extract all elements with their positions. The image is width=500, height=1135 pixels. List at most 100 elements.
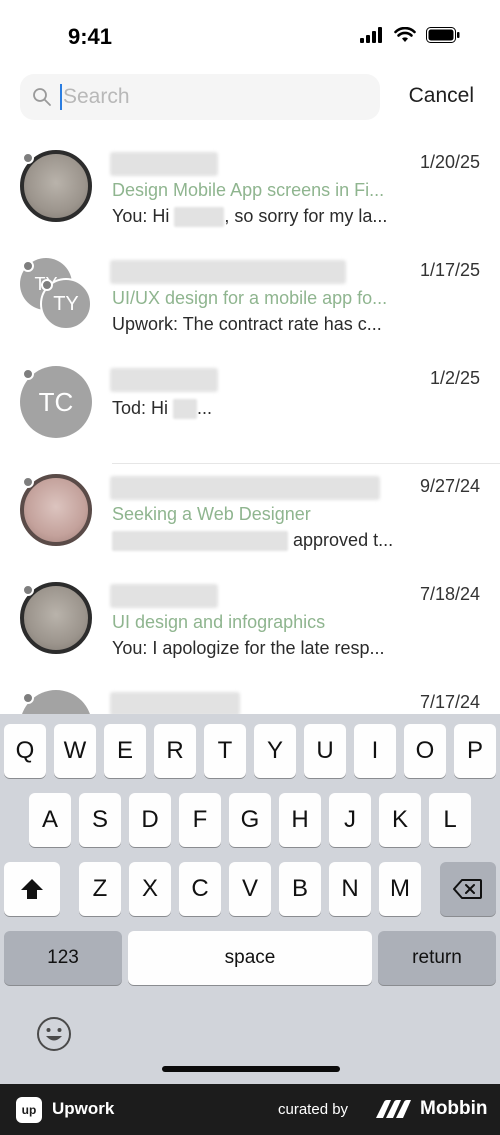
keyboard: Q W E R T Y U I O P A S D F G H J K L Z … — [0, 714, 500, 1084]
status-dot — [41, 279, 53, 291]
status-dot — [22, 692, 34, 704]
key-v[interactable]: V — [229, 862, 271, 916]
space-key[interactable]: space — [128, 931, 372, 985]
key-q[interactable]: Q — [4, 724, 46, 778]
key-u[interactable]: U — [304, 724, 346, 778]
key-a[interactable]: A — [29, 793, 71, 847]
footer-bar: up Upwork curated by Mobbin — [0, 1084, 500, 1135]
avatar — [20, 474, 92, 546]
message-suffix: , so sorry for my la... — [224, 206, 388, 226]
key-s[interactable]: S — [79, 793, 121, 847]
upwork-logo-icon: up — [16, 1097, 42, 1123]
numbers-key[interactable]: 123 — [4, 931, 122, 985]
key-k[interactable]: K — [379, 793, 421, 847]
contact-name-redacted — [110, 260, 346, 284]
conversation-item[interactable]: 7/17/24 — [0, 680, 500, 714]
key-x[interactable]: X — [129, 862, 171, 916]
key-g[interactable]: G — [229, 793, 271, 847]
search-icon — [33, 88, 51, 106]
key-y[interactable]: Y — [254, 724, 296, 778]
conversation-list: 1/20/25 Design Mobile App screens in Fi.… — [0, 140, 500, 714]
conversation-date: 1/17/25 — [419, 260, 480, 280]
conversation-item[interactable]: 1/20/25 Design Mobile App screens in Fi.… — [0, 140, 500, 248]
conversation-date: 9/27/24 — [419, 476, 480, 496]
contact-name-redacted — [110, 368, 218, 392]
status-dot — [22, 476, 34, 488]
contact-name-redacted — [110, 584, 218, 608]
contact-name-redacted — [110, 692, 240, 714]
conversation-date: 7/17/24 — [419, 692, 480, 712]
contact-name-redacted — [110, 476, 380, 500]
key-e[interactable]: E — [104, 724, 146, 778]
message-prefix: You: Hi — [112, 206, 170, 226]
status-dot — [22, 260, 34, 272]
message-suffix: ... — [197, 398, 213, 418]
avatar — [20, 150, 92, 222]
key-h[interactable]: H — [279, 793, 321, 847]
avatar: TC — [20, 366, 92, 438]
last-message: Upwork: The contract rate has c... — [112, 314, 382, 334]
status-time: 9:41 — [68, 24, 113, 49]
key-i[interactable]: I — [354, 724, 396, 778]
key-b[interactable]: B — [279, 862, 321, 916]
shift-key[interactable] — [4, 862, 60, 916]
status-dot — [22, 152, 34, 164]
conversation-date: 1/2/25 — [429, 368, 480, 388]
conversation-date: 7/18/24 — [419, 584, 480, 604]
conversation-item[interactable]: TY TY 1/17/25 UI/UX design for a mobile … — [0, 248, 500, 356]
key-w[interactable]: W — [54, 724, 96, 778]
key-p[interactable]: P — [454, 724, 496, 778]
redacted-text — [174, 207, 225, 228]
status-bar: 9:41 — [0, 0, 500, 72]
battery-icon — [426, 27, 460, 43]
conversation-date: 1/20/25 — [419, 152, 480, 172]
key-o[interactable]: O — [404, 724, 446, 778]
job-title: UI/UX design for a mobile app fo... — [112, 288, 388, 308]
cellular-signal-icon — [360, 27, 382, 43]
last-message: You: I apologize for the late resp... — [112, 638, 385, 658]
message-suffix: approved t... — [293, 530, 394, 550]
status-dot — [22, 368, 34, 380]
key-j[interactable]: J — [329, 793, 371, 847]
search-input[interactable] — [63, 85, 343, 109]
home-indicator — [162, 1066, 340, 1072]
cancel-button[interactable]: Cancel — [409, 84, 474, 108]
contact-name-redacted — [110, 152, 218, 176]
key-f[interactable]: F — [179, 793, 221, 847]
delete-key[interactable] — [440, 862, 496, 916]
shift-icon — [21, 879, 43, 899]
status-dot — [22, 584, 34, 596]
status-icons — [360, 27, 460, 43]
conversation-item[interactable]: TC 1/2/25 Tod: Hi ... — [0, 356, 500, 464]
delete-icon — [453, 879, 482, 899]
emoji-button[interactable] — [36, 1016, 72, 1052]
redacted-text — [173, 399, 198, 420]
wifi-icon — [394, 27, 416, 42]
key-c[interactable]: C — [179, 862, 221, 916]
avatar — [20, 690, 92, 714]
conversation-item[interactable]: 9/27/24 Seeking a Web Designer approved … — [0, 464, 500, 572]
footer-app-name: Upwork — [52, 1099, 115, 1118]
key-t[interactable]: T — [204, 724, 246, 778]
conversation-item[interactable]: 7/18/24 UI design and infographics You: … — [0, 572, 500, 680]
key-l[interactable]: L — [429, 793, 471, 847]
key-r[interactable]: R — [154, 724, 196, 778]
message-prefix: Tod: Hi — [112, 398, 169, 418]
key-m[interactable]: M — [379, 862, 421, 916]
job-title: UI design and infographics — [112, 612, 326, 632]
key-n[interactable]: N — [329, 862, 371, 916]
text-caret — [60, 84, 62, 110]
emoji-icon — [37, 1017, 71, 1051]
last-message: approved t... — [112, 530, 394, 552]
key-z[interactable]: Z — [79, 862, 121, 916]
search-row: Cancel — [20, 74, 480, 122]
key-d[interactable]: D — [129, 793, 171, 847]
footer-brand: Mobbin — [420, 1098, 488, 1119]
search-box[interactable] — [20, 74, 380, 120]
mobbin-logo-icon — [376, 1100, 411, 1118]
footer-curated-by: curated by — [278, 1101, 349, 1118]
group-avatar: TY TY — [20, 258, 92, 330]
job-title: Design Mobile App screens in Fi... — [112, 180, 385, 200]
redacted-text — [112, 531, 288, 552]
return-key[interactable]: return — [378, 931, 496, 985]
